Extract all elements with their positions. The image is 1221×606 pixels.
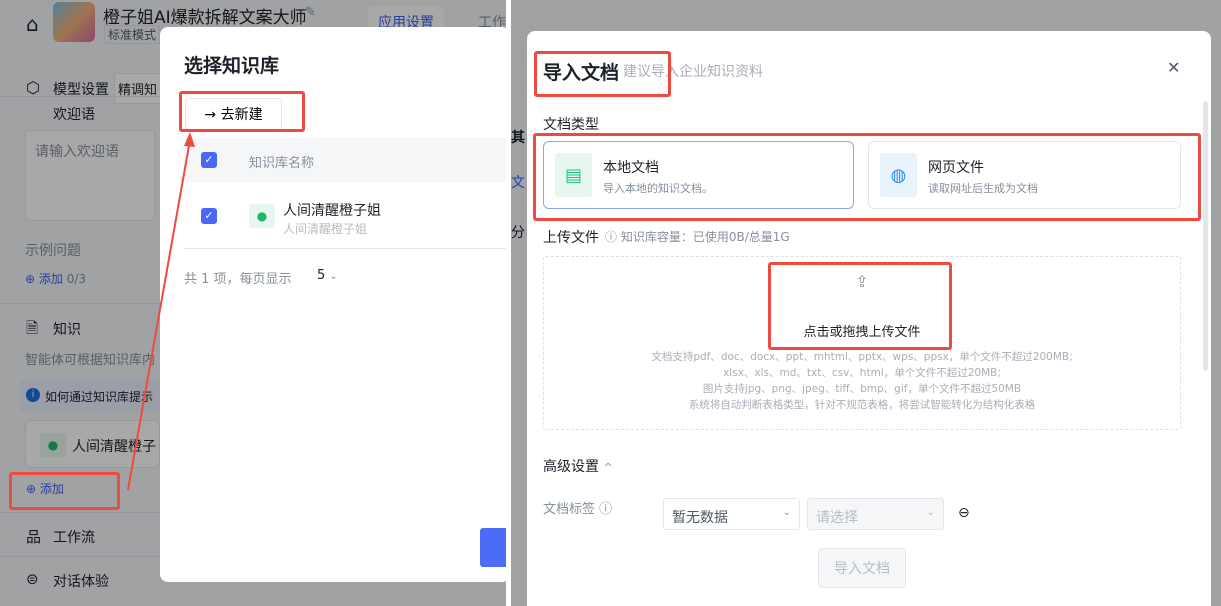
modal-subtitle: 建议导入企业知识资料 <box>623 64 763 80</box>
add-knowledge-button[interactable]: ⊕ 添加 <box>26 480 64 497</box>
kb-item[interactable]: ● 人间清醒橙子 <box>25 420 160 468</box>
right-screenshot: 其 文 分 导入文档 建议导入企业知识资料 ✕ 文档类型 ▤ 本地文档 导入本地… <box>511 0 1221 606</box>
finetune-select[interactable]: 精调知 <box>114 73 162 104</box>
table-row[interactable]: ✓ ● 人间清醒橙子姐 人间清醒橙子姐 <box>184 182 506 249</box>
import-document-modal: 导入文档 建议导入企业知识资料 ✕ 文档类型 ▤ 本地文档 导入本地的知识文档。… <box>527 31 1211 606</box>
welcome-input[interactable]: 请输入欢迎语 <box>25 130 155 221</box>
upload-hints: 文档支持pdf、doc、docx、ppt、mhtml、pptx、wps、ppsx… <box>651 351 1073 411</box>
modal-title: 导入文档 <box>543 62 620 84</box>
mode-badge: 标准模式 <box>104 25 161 44</box>
tag-key-select[interactable]: 暂无数据 ⌄ <box>663 498 800 530</box>
confirm-button[interactable] <box>480 528 506 567</box>
info-icon: i <box>26 388 40 402</box>
upload-label: 上传文件 <box>543 230 599 246</box>
wechat-icon: ● <box>249 204 275 228</box>
doc-tag-label: 文档标签 ⓘ <box>543 502 613 517</box>
scrollbar[interactable] <box>1203 101 1208 371</box>
add-example-button[interactable]: ⊕ 添加 0/3 <box>25 270 86 287</box>
advanced-settings-toggle[interactable]: 高级设置 ^ <box>543 456 613 476</box>
kb-desc: 人间清醒橙子姐 <box>283 222 368 236</box>
type-local-card[interactable]: ▤ 本地文档 导入本地的知识文档。 <box>543 141 854 209</box>
globe-icon: ◍ <box>880 153 917 197</box>
app-avatar <box>53 2 95 42</box>
chat-icon: ⊜ <box>26 570 39 588</box>
edit-icon[interactable]: ✎ <box>305 5 316 20</box>
modal-title: 选择知识库 <box>184 55 280 77</box>
upload-dropzone[interactable]: ⇪ 点击或拖拽上传文件 文档支持pdf、doc、docx、ppt、mhtml、p… <box>543 256 1181 430</box>
pagination-text: 共 1 项，每页显示 <box>184 272 292 287</box>
knowledge-label: 知识 <box>53 322 81 338</box>
left-screenshot: ⌂ 橙子姐AI爆款拆解文案大师 ✎ 标准模式 应用设置 工作 ⬡ 模型设置 精调… <box>0 0 506 606</box>
upload-icon: ⇪ <box>855 272 869 291</box>
capacity-text: ⓘ 知识库容量：已使用0B/总量1G <box>605 230 790 244</box>
tag-value-select[interactable]: 请选择 ⌄ <box>807 498 944 530</box>
knowledge-tip[interactable]: i 如何通过知识库提示 <box>20 380 160 412</box>
document-icon: 🗎 <box>26 319 39 337</box>
close-icon[interactable]: ✕ <box>1167 58 1180 77</box>
select-all-checkbox[interactable]: ✓ <box>201 152 217 168</box>
create-new-button[interactable]: → 去新建 <box>185 98 282 130</box>
add-label: 添加 <box>38 272 63 286</box>
doc-type-label: 文档类型 <box>543 117 599 133</box>
page-size-select[interactable]: 5 ⌄ <box>317 268 338 283</box>
row-checkbox[interactable]: ✓ <box>201 208 217 224</box>
select-knowledge-modal: 选择知识库 → 去新建 ✓ 知识库名称 ✓ ● 人间清醒橙子姐 人间清醒橙子姐 … <box>160 27 506 582</box>
type-web-card[interactable]: ◍ 网页文件 读取网址后生成为文档 <box>868 141 1181 209</box>
example-questions-label: 示例问题 <box>25 243 81 259</box>
workflow-icon: 品 <box>26 528 42 546</box>
kb-name: 人间清醒橙子姐 <box>283 203 381 219</box>
add-count: 0/3 <box>66 272 87 286</box>
file-icon: ▤ <box>555 153 592 197</box>
table-header: ✓ 知识库名称 <box>184 138 506 182</box>
upload-action: 点击或拖拽上传文件 <box>803 325 921 340</box>
import-document-button[interactable]: 导入文档 <box>818 548 906 588</box>
welcome-label: 欢迎语 <box>53 107 95 123</box>
workflow-label: 工作流 <box>53 530 95 546</box>
cube-icon: ⬡ <box>26 78 40 97</box>
home-icon[interactable]: ⌂ <box>26 12 39 36</box>
knowledge-desc: 智能体可根据知识库内 <box>25 353 156 368</box>
wechat-icon: ● <box>40 433 66 457</box>
chat-experience-label: 对话体验 <box>53 574 109 590</box>
remove-tag-icon[interactable]: ⊖ <box>958 505 970 521</box>
